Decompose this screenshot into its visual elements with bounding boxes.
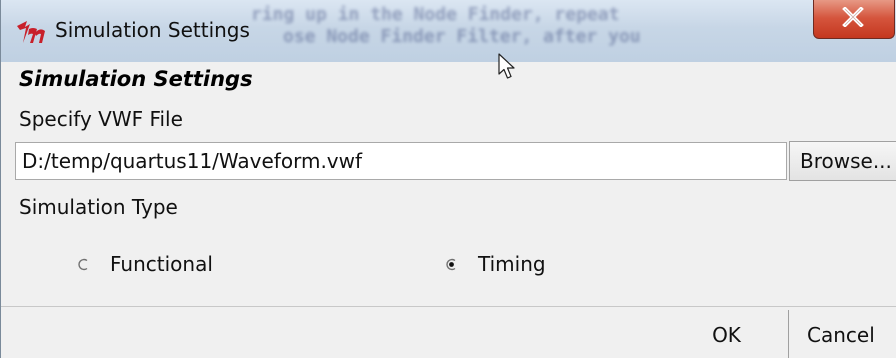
vwf-file-label: Specify VWF File <box>19 107 183 131</box>
close-button[interactable] <box>813 0 895 39</box>
simulation-type-label: Simulation Type <box>19 195 178 219</box>
functional-radio[interactable]: Functional <box>77 250 213 278</box>
timing-radio-label: Timing <box>478 252 546 276</box>
tk-feather-icon <box>15 17 47 45</box>
window-title: Simulation Settings <box>55 18 250 42</box>
close-icon <box>842 7 864 27</box>
dialog-body: Simulation Settings Specify VWF File Bro… <box>1 62 896 358</box>
background-text-line: ose Node Finder Filter, after you <box>283 26 641 47</box>
browse-button[interactable]: Browse... <box>789 141 896 181</box>
cancel-button[interactable]: Cancel <box>791 310 896 358</box>
timing-radio[interactable]: Timing <box>445 250 546 278</box>
radio-unselected-icon <box>78 258 88 270</box>
background-text-line: ring up in the Node Finder, repeat <box>251 4 620 25</box>
dialog-heading: Simulation Settings <box>19 67 253 91</box>
vwf-path-input[interactable] <box>15 142 787 180</box>
button-row-divider <box>1 306 896 307</box>
simulation-settings-window: ring up in the Node Finder, repeat ose N… <box>0 0 896 358</box>
title-bar[interactable]: ring up in the Node Finder, repeat ose N… <box>1 0 896 62</box>
ok-button[interactable]: OK <box>665 310 789 358</box>
functional-radio-label: Functional <box>110 252 213 276</box>
background-window-text: ring up in the Node Finder, repeat ose N… <box>251 4 896 60</box>
radio-selected-icon <box>446 258 456 270</box>
